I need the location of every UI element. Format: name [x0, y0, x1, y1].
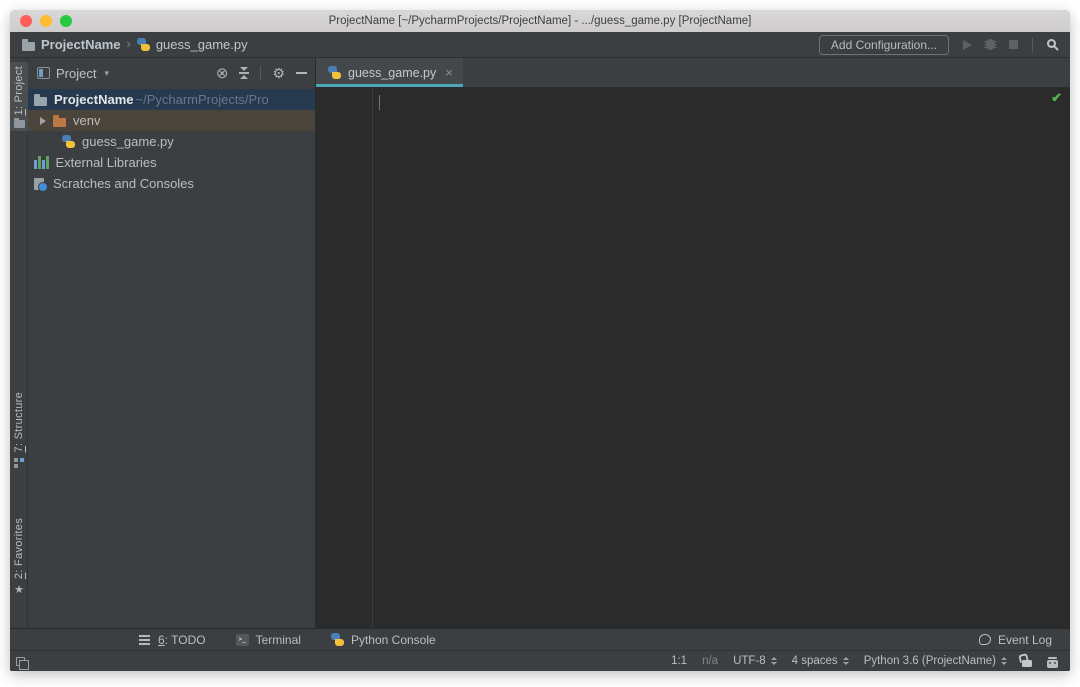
- minimize-window-button[interactable]: [40, 15, 52, 27]
- debug-icon[interactable]: [984, 39, 997, 50]
- project-panel-header: Project ▾ ⊗ ⚙: [28, 58, 315, 88]
- event-log-label: Event Log: [997, 632, 1052, 647]
- gear-icon[interactable]: ⚙: [272, 66, 285, 80]
- run-toolbar: Add Configuration...: [818, 34, 1060, 55]
- breadcrumb-separator: ›: [126, 36, 131, 51]
- tree-row-scratches[interactable]: Scratches and Consoles: [28, 173, 315, 194]
- todo-tab-label: 6: TODO: [158, 632, 206, 647]
- locate-file-icon[interactable]: ⊗: [216, 66, 229, 81]
- text-caret: [379, 95, 380, 110]
- tool-window-icon: [37, 67, 50, 79]
- python-icon: [330, 633, 344, 646]
- caret-position-widget[interactable]: 1:1: [671, 655, 687, 667]
- line-separator-widget[interactable]: n/a: [702, 655, 718, 667]
- star-icon: ★: [14, 584, 24, 597]
- folder-icon: [22, 38, 35, 51]
- libraries-icon: [34, 156, 49, 169]
- project-tree: ProjectName ~/PycharmProjects/Pro venv gu…: [28, 88, 315, 628]
- breadcrumb-file-label: guess_game.py: [155, 37, 248, 52]
- event-log-button[interactable]: Event Log: [978, 632, 1052, 647]
- panel-header-divider: [260, 66, 262, 80]
- pycharm-window: ProjectName [~/PycharmProjects/ProjectNa…: [10, 10, 1070, 671]
- spinner-arrows-icon: [1001, 657, 1007, 665]
- editor-tab-label: guess_game.py: [348, 65, 437, 80]
- event-log-icon: [978, 634, 991, 645]
- project-view-selector[interactable]: Project: [56, 66, 96, 81]
- tree-row-project-root[interactable]: ProjectName ~/PycharmProjects/Pro: [28, 89, 315, 110]
- navigation-bar: ProjectName › guess_game.py Add Configur…: [10, 32, 1070, 58]
- tree-scratches-label: Scratches and Consoles: [53, 176, 194, 191]
- structure-icon: [14, 458, 18, 463]
- tree-row-file[interactable]: guess_game.py: [28, 131, 315, 152]
- terminal-icon: [235, 633, 249, 646]
- sidebar-tab-project-label: 1: Project: [13, 66, 25, 116]
- indent-widget[interactable]: 4 spaces: [792, 655, 849, 667]
- tree-external-libraries-label: External Libraries: [55, 155, 157, 170]
- tree-row-venv[interactable]: venv: [28, 110, 315, 131]
- status-bar: 1:1 n/a UTF-8 4 spaces Python 3.6 (Proje…: [10, 650, 1070, 671]
- zoom-window-button[interactable]: [60, 15, 72, 27]
- editor-zone: guess_game.py × ✔: [316, 58, 1070, 628]
- todo-tab[interactable]: 6: TODO: [138, 633, 206, 647]
- toolbar-divider: [1032, 37, 1033, 52]
- indent-label: 4 spaces: [791, 655, 838, 667]
- terminal-tab-label: Terminal: [255, 632, 301, 647]
- editor-area[interactable]: ✔: [316, 88, 1070, 628]
- inspection-ok-icon: ✔: [1051, 90, 1062, 105]
- project-panel: Project ▾ ⊗ ⚙ ProjectName ~/PycharmProjec…: [28, 58, 316, 628]
- terminal-tab[interactable]: Terminal: [235, 632, 301, 647]
- add-configuration-button[interactable]: Add Configuration...: [818, 34, 949, 55]
- sidebar-tab-project[interactable]: 1: Project: [10, 62, 28, 132]
- python-file-icon: [62, 135, 75, 148]
- sidebar-tab-favorites[interactable]: 2: Favorites ★: [10, 518, 28, 596]
- tool-window-switcher-icon[interactable]: [16, 656, 29, 670]
- python-console-tab[interactable]: Python Console: [330, 632, 436, 647]
- encoding-widget[interactable]: UTF-8: [733, 655, 777, 667]
- collapse-all-icon[interactable]: [239, 67, 250, 79]
- scratches-icon: [34, 177, 48, 192]
- gutter-divider: [372, 88, 373, 628]
- interpreter-widget[interactable]: Python 3.6 (ProjectName): [864, 655, 1007, 667]
- tree-row-external-libraries[interactable]: External Libraries: [28, 152, 315, 173]
- unlock-icon[interactable]: [1022, 660, 1032, 667]
- tree-root-label: ProjectName ~/PycharmProjects/Pro: [54, 92, 269, 107]
- traffic-lights: [20, 15, 72, 27]
- spinner-arrows-icon: [842, 657, 849, 665]
- encoding-label: UTF-8: [733, 655, 766, 667]
- main-area: 1: Project 7: Structure 2: Favorites ★ P…: [10, 58, 1070, 628]
- titlebar[interactable]: ProjectName [~/PycharmProjects/ProjectNa…: [10, 10, 1070, 32]
- left-tool-window-stripe: 1: Project 7: Structure 2: Favorites ★: [10, 58, 28, 628]
- stop-icon[interactable]: [1009, 40, 1018, 49]
- run-icon[interactable]: [963, 39, 972, 50]
- breadcrumb-project[interactable]: ProjectName: [22, 37, 120, 52]
- python-file-icon: [136, 38, 150, 51]
- breadcrumb-project-label: ProjectName: [41, 37, 121, 52]
- todo-list-icon: [139, 638, 150, 641]
- folder-icon: [34, 93, 47, 106]
- editor-tab-bar: guess_game.py ×: [316, 58, 1070, 88]
- spinner-arrows-icon: [770, 657, 777, 665]
- tree-venv-label: venv: [73, 113, 101, 128]
- inspections-profile-icon[interactable]: [1047, 656, 1058, 668]
- sidebar-tab-structure-label: 7: Structure: [13, 392, 25, 453]
- hide-panel-icon[interactable]: [296, 72, 307, 74]
- python-file-icon: [328, 66, 341, 79]
- close-window-button[interactable]: [20, 15, 32, 27]
- project-tab-folder-icon: [13, 118, 25, 129]
- excluded-folder-icon: [53, 114, 66, 127]
- chevron-down-icon[interactable]: ▾: [104, 68, 109, 79]
- python-console-tab-label: Python Console: [350, 632, 436, 647]
- expand-arrow-icon[interactable]: [40, 116, 46, 125]
- window-title: ProjectName [~/PycharmProjects/ProjectNa…: [328, 15, 752, 27]
- editor-tab-guess-game[interactable]: guess_game.py ×: [316, 58, 463, 87]
- bottom-tool-window-bar: 6: TODO Terminal Python Console Event Lo…: [10, 628, 1070, 650]
- status-widgets: 1:1 n/a UTF-8 4 spaces Python 3.6 (Proje…: [671, 655, 1058, 668]
- sidebar-tab-favorites-label: 2: Favorites: [13, 518, 25, 580]
- search-everywhere-icon[interactable]: [1047, 38, 1056, 48]
- close-icon[interactable]: ×: [445, 65, 453, 80]
- sidebar-tab-structure[interactable]: 7: Structure: [10, 392, 28, 468]
- tree-file-label: guess_game.py: [82, 134, 174, 149]
- breadcrumb-file[interactable]: guess_game.py: [136, 37, 248, 52]
- interpreter-label: Python 3.6 (ProjectName): [863, 655, 996, 667]
